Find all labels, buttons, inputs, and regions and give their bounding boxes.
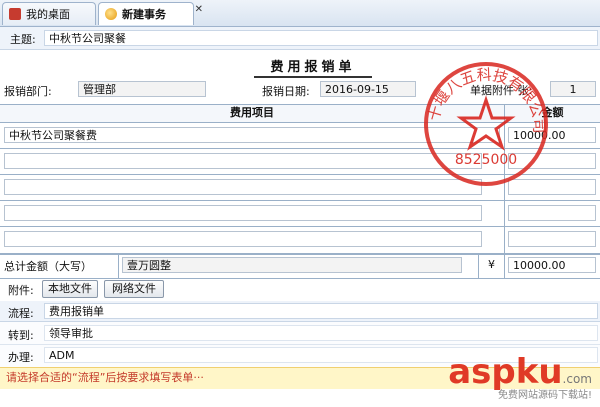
form-title: 费用报销单 <box>254 56 372 78</box>
site-watermark: aspku.com 免费网站源码下载站! <box>448 352 592 401</box>
dept-label: 报销部门: <box>4 85 52 98</box>
tab-new-task[interactable]: 新建事务 ✕ <box>98 2 203 25</box>
dept-field[interactable]: 管理部 <box>78 81 206 97</box>
transfer-row: 转到: 领导审批 <box>0 322 600 345</box>
total-label: 总计金额（大写） <box>4 260 92 273</box>
tab-label: 新建事务 <box>122 8 166 21</box>
desktop-icon <box>9 8 21 20</box>
task-icon <box>105 8 117 20</box>
local-file-button[interactable]: 本地文件 <box>42 280 98 298</box>
flow-label: 流程: <box>8 307 34 320</box>
flow-row: 流程: 费用报销单 <box>0 301 600 322</box>
tab-label: 我的桌面 <box>26 8 70 21</box>
flow-select[interactable]: 费用报销单 <box>44 303 598 319</box>
total-upper-field[interactable]: 壹万圆整 <box>122 257 462 273</box>
handler-label: 办理: <box>8 351 34 364</box>
network-file-button[interactable]: 网络文件 <box>104 280 164 298</box>
currency-symbol: ¥ <box>488 258 495 271</box>
date-label: 报销日期: <box>262 85 310 98</box>
star-icon <box>456 95 516 151</box>
expense-item-input[interactable] <box>4 205 482 221</box>
expense-amount-input[interactable] <box>508 205 596 221</box>
transfer-select[interactable]: 领导审批 <box>44 325 598 341</box>
subject-label: 主题: <box>10 33 36 46</box>
watermark-suffix: .com <box>562 372 592 386</box>
tab-my-desktop[interactable]: 我的桌面 <box>2 2 96 25</box>
close-icon[interactable]: ✕ <box>195 4 203 15</box>
expense-amount-input[interactable] <box>508 231 596 247</box>
expense-item-input[interactable] <box>4 179 482 195</box>
total-amount-field[interactable]: 10000.00 <box>508 257 596 273</box>
subject-input[interactable]: 中秋节公司聚餐 <box>44 30 598 46</box>
seal-number: 8525000 <box>455 152 517 168</box>
date-field[interactable]: 2016-09-15 <box>320 81 416 97</box>
attach-count-field[interactable]: 1 <box>550 81 596 97</box>
company-seal: 十堰八五科技有限公司 8525000 <box>424 62 548 186</box>
tab-bar: 我的桌面 新建事务 ✕ <box>0 0 600 27</box>
expense-item-input[interactable] <box>4 153 482 169</box>
attachments-label: 附件: <box>8 284 34 297</box>
expense-item-input[interactable] <box>4 231 482 247</box>
subject-row: 主题: 中秋节公司聚餐 <box>0 27 600 50</box>
transfer-label: 转到: <box>8 329 34 342</box>
